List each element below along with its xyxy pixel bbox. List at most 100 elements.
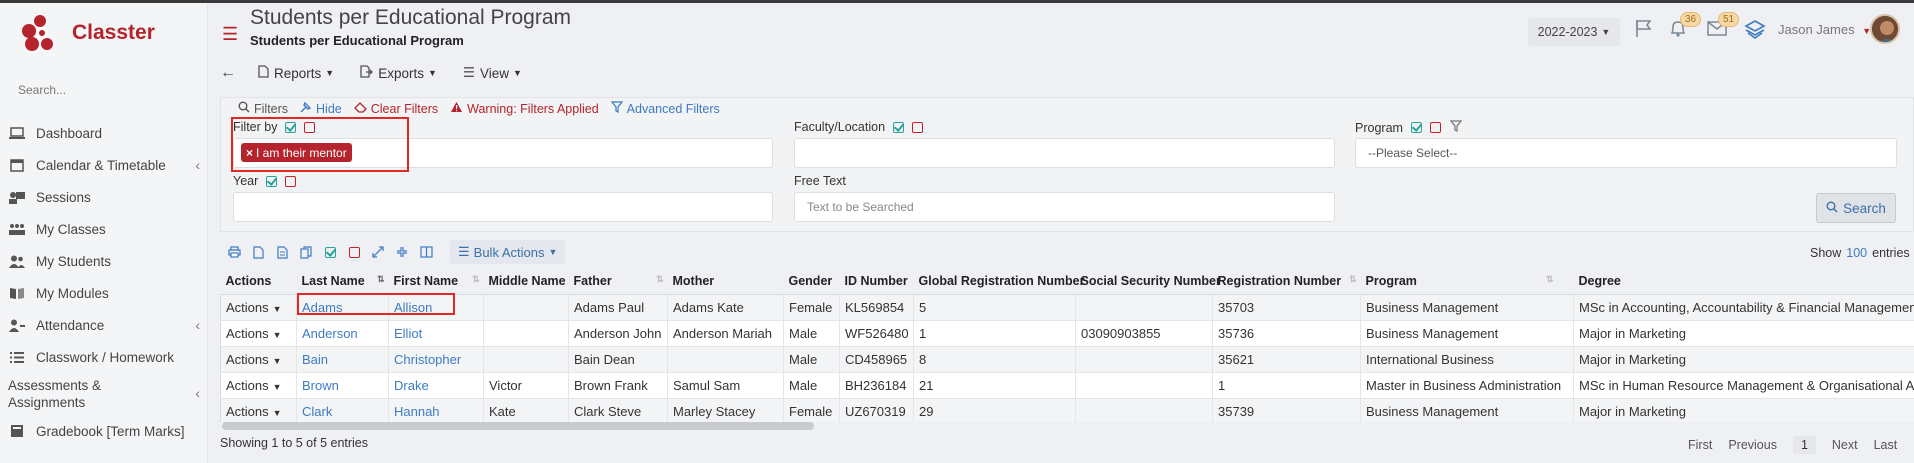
column-header-id-number[interactable]: ID Number bbox=[839, 268, 914, 295]
filters-tab[interactable]: Filters bbox=[238, 101, 288, 116]
sidebar-item-my-students[interactable]: My Students bbox=[0, 245, 208, 277]
first-name-link-text[interactable]: Christopher bbox=[394, 352, 461, 367]
first-name-link[interactable]: Christopher bbox=[388, 346, 484, 373]
id-number-cell: CD458965 bbox=[839, 346, 914, 373]
actions-label: Actions bbox=[226, 377, 269, 393]
page-length-select[interactable]: 100 bbox=[1846, 246, 1867, 260]
father-cell: Clark Steve bbox=[568, 398, 668, 422]
faculty-input[interactable] bbox=[794, 138, 1335, 168]
exports-button[interactable]: Exports ▼ bbox=[360, 65, 437, 81]
first-name-link-text[interactable]: Drake bbox=[394, 378, 429, 393]
pagination-first[interactable]: First bbox=[1688, 438, 1712, 452]
sidebar-item-calendar[interactable]: Calendar & Timetable ‹ bbox=[0, 149, 208, 181]
degree-cell: Major in Marketing bbox=[1573, 346, 1914, 373]
pagination-next[interactable]: Next bbox=[1832, 438, 1858, 452]
column-header-degree[interactable]: Degree bbox=[1573, 268, 1914, 295]
actions-dropdown[interactable]: Actions ▼ bbox=[220, 372, 297, 399]
deselect-all-icon[interactable] bbox=[912, 121, 924, 133]
layers-icon[interactable] bbox=[1744, 18, 1766, 43]
caret-down-icon: ▼ bbox=[272, 329, 282, 340]
hide-filters-button[interactable]: Hide bbox=[300, 101, 342, 116]
columns-icon[interactable] bbox=[419, 245, 433, 259]
bell-icon[interactable]: 36 bbox=[1668, 12, 1702, 41]
actions-label: Actions bbox=[226, 325, 269, 341]
column-header-father[interactable]: Father ⇅ bbox=[568, 268, 668, 295]
first-name-link-text[interactable]: Hannah bbox=[394, 404, 440, 419]
actions-dropdown[interactable]: Actions ▼ bbox=[220, 320, 297, 347]
advanced-filters-button[interactable]: Advanced Filters bbox=[610, 101, 720, 116]
print-icon[interactable] bbox=[227, 245, 241, 259]
last-name-link[interactable]: Clark bbox=[296, 398, 389, 422]
envelope-icon[interactable]: 51 bbox=[1706, 12, 1740, 41]
sidebar-item-attendance[interactable]: Attendance ‹ bbox=[0, 309, 208, 341]
file-csv-icon[interactable] bbox=[251, 245, 265, 259]
uncheck-square-icon[interactable] bbox=[347, 245, 361, 259]
copy-icon[interactable] bbox=[299, 245, 313, 259]
sidebar-item-label: Dashboard bbox=[36, 125, 103, 141]
sidebar-search-input[interactable]: Search... bbox=[18, 83, 66, 97]
select-all-icon[interactable] bbox=[1410, 122, 1422, 133]
user-menu[interactable]: Jason James ▼ bbox=[1778, 22, 1871, 37]
column-header-program[interactable]: Program ⇅ bbox=[1360, 268, 1574, 295]
sidebar-item-my-classes[interactable]: My Classes bbox=[0, 213, 208, 245]
last-name-link-text[interactable]: Anderson bbox=[302, 326, 358, 341]
deselect-all-icon[interactable] bbox=[1429, 122, 1441, 133]
last-name-link-text[interactable]: Clark bbox=[302, 404, 332, 419]
compress-icon[interactable] bbox=[395, 245, 409, 259]
file-excel-icon[interactable] bbox=[275, 245, 289, 259]
column-header-gender[interactable]: Gender bbox=[783, 268, 840, 295]
deselect-all-icon[interactable] bbox=[285, 175, 297, 187]
select-all-icon[interactable] bbox=[893, 121, 905, 133]
flag-icon[interactable] bbox=[1634, 18, 1654, 41]
caret-down-icon: ▼ bbox=[272, 407, 282, 418]
last-name-link-text[interactable]: Bain bbox=[302, 352, 328, 367]
view-button[interactable]: ☰ View ▼ bbox=[463, 65, 522, 81]
year-input[interactable] bbox=[233, 192, 773, 222]
funnel-icon[interactable] bbox=[1449, 120, 1463, 135]
first-name-link-text[interactable]: Elliot bbox=[394, 326, 422, 341]
sidebar-item-classwork[interactable]: Classwork / Homework bbox=[0, 341, 208, 373]
pagination-previous[interactable]: Previous bbox=[1728, 438, 1777, 452]
academic-year-select[interactable]: 2022-2023 ▼ bbox=[1528, 18, 1620, 46]
back-arrow-icon[interactable]: ← bbox=[220, 64, 236, 82]
column-header-first-name[interactable]: First Name ⇅ bbox=[388, 268, 484, 295]
column-header-registration-number[interactable]: Registration Number ⇅ bbox=[1212, 268, 1361, 295]
pagination-last[interactable]: Last bbox=[1874, 438, 1898, 452]
column-header-ssn[interactable]: Social Security Number bbox=[1075, 268, 1221, 295]
first-name-link[interactable]: Elliot bbox=[388, 320, 484, 347]
sidebar-item-sessions[interactable]: Sessions bbox=[0, 181, 208, 213]
free-text-input[interactable]: Text to be Searched bbox=[794, 192, 1335, 222]
search-button[interactable]: Search bbox=[1816, 193, 1896, 223]
sidebar-item-gradebook[interactable]: Gradebook [Term Marks] bbox=[0, 415, 208, 447]
expand-icon[interactable] bbox=[371, 245, 385, 259]
ssn-cell: 03090903855 bbox=[1075, 320, 1213, 347]
last-name-link[interactable]: Bain bbox=[296, 346, 389, 373]
column-header-mother[interactable]: Mother bbox=[667, 268, 784, 295]
year-label: Year bbox=[233, 174, 297, 188]
horizontal-scrollbar[interactable] bbox=[222, 422, 814, 430]
first-name-link[interactable]: Drake bbox=[388, 372, 484, 399]
sidebar-item-assessments[interactable]: Assessments & Assignments ‹ bbox=[0, 373, 208, 415]
check-square-icon[interactable] bbox=[323, 245, 337, 259]
actions-dropdown[interactable]: Actions ▼ bbox=[220, 398, 297, 422]
hamburger-menu-icon[interactable]: ☰ bbox=[222, 24, 238, 45]
clear-filters-button[interactable]: Clear Filters bbox=[353, 102, 438, 116]
reports-button[interactable]: Reports ▼ bbox=[258, 65, 334, 81]
actions-dropdown[interactable]: Actions ▼ bbox=[220, 346, 297, 373]
column-header-global-registration[interactable]: Global Registration Number bbox=[913, 268, 1085, 295]
avatar[interactable] bbox=[1870, 14, 1900, 44]
last-name-link-text[interactable]: Brown bbox=[302, 378, 339, 393]
last-name-link[interactable]: Anderson bbox=[296, 320, 389, 347]
column-header-last-name[interactable]: Last Name ⇅ bbox=[296, 268, 389, 295]
pagination-page[interactable]: 1 bbox=[1792, 436, 1816, 454]
app-logo[interactable]: Classter bbox=[20, 13, 155, 53]
first-name-link[interactable]: Hannah bbox=[388, 398, 484, 422]
sidebar-item-my-modules[interactable]: My Modules bbox=[0, 277, 208, 309]
actions-dropdown[interactable]: Actions ▼ bbox=[220, 294, 297, 321]
program-select[interactable]: --Please Select-- bbox=[1355, 138, 1897, 168]
last-name-link[interactable]: Brown bbox=[296, 372, 389, 399]
sidebar-item-dashboard[interactable]: Dashboard bbox=[0, 117, 208, 149]
select-all-icon[interactable] bbox=[266, 175, 278, 187]
column-header-middle-name[interactable]: Middle Name bbox=[483, 268, 569, 295]
bulk-actions-button[interactable]: ☰ Bulk Actions ▼ bbox=[450, 240, 566, 264]
